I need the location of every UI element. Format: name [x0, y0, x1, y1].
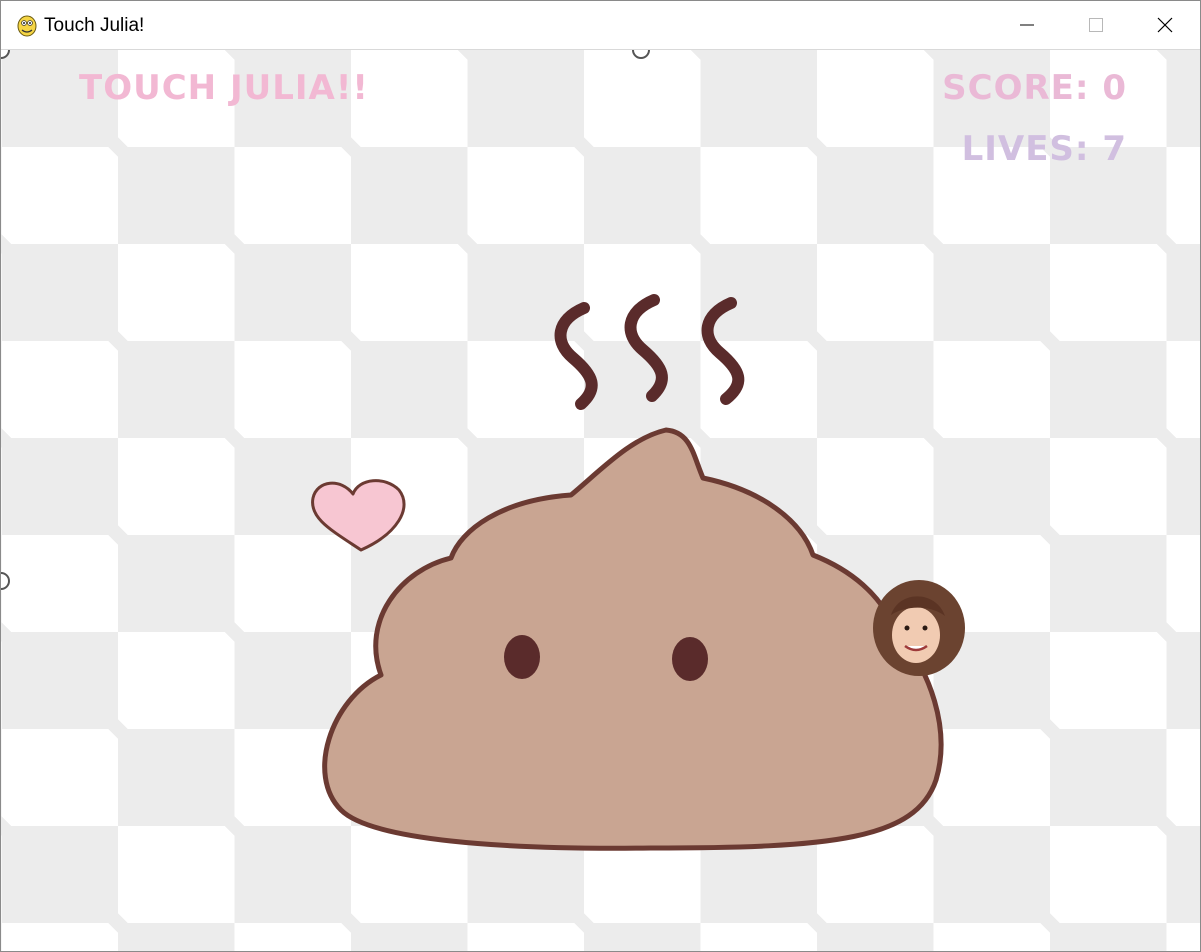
steam-line-left — [554, 302, 598, 410]
maximize-icon — [1089, 18, 1103, 32]
title-bar[interactable]: Touch Julia! — [1, 1, 1200, 50]
lives-display: LIVES: 7 — [961, 129, 1127, 169]
maximize-button[interactable] — [1062, 1, 1130, 49]
steam-line-middle — [624, 294, 668, 402]
minimize-icon — [1020, 24, 1034, 26]
close-icon — [1157, 17, 1173, 33]
poop-body — [322, 427, 944, 851]
python-snake-icon — [17, 15, 37, 37]
game-artwork — [311, 294, 965, 851]
julia-face-sprite — [873, 580, 965, 676]
window-title: Touch Julia! — [44, 15, 145, 36]
game-title: TOUCH JULIA!! — [79, 68, 369, 108]
poop-right-eye — [672, 637, 708, 681]
poop-left-eye — [504, 635, 540, 679]
score-display: SCORE: 0 — [942, 68, 1127, 108]
heart-icon — [311, 479, 406, 552]
minimize-button[interactable] — [993, 1, 1061, 49]
game-canvas[interactable]: TOUCH JULIA!! SCORE: 0 LIVES: 7 — [1, 50, 1200, 951]
steam-line-right — [701, 297, 745, 405]
close-button[interactable] — [1131, 1, 1199, 49]
game-window: Touch Julia! TOUCH JULIA!! SCORE: 0 LIVE… — [0, 0, 1201, 952]
